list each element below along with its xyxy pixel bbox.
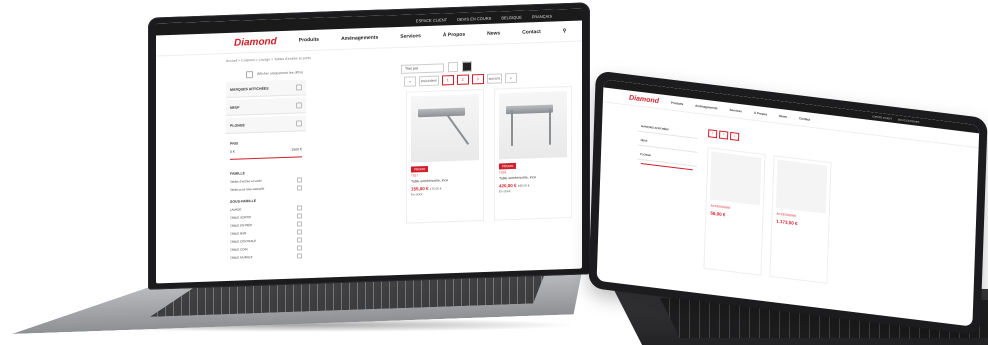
product-image[interactable] — [775, 159, 828, 214]
table-leg — [447, 115, 470, 146]
option-label: TABLE MURALE — [230, 254, 253, 260]
product-card[interactable]: PROMO TSL6 Table entrée/sortie, inox 420… — [494, 85, 572, 221]
device-mockup-scene: ESPACE CLIENT DEVIS EN COURS BELGIQUE FR… — [0, 0, 988, 345]
table-leg — [549, 108, 552, 145]
option-label: TABLE SORTIE — [230, 214, 252, 220]
top-link-language[interactable]: FRANÇAIS — [532, 13, 552, 19]
pagination-page[interactable]: 2 — [718, 130, 729, 140]
tablet-product-listing: 1 2 3 ACCESSOIRE 58,00 € ACCESSOIRE 1.17… — [703, 129, 832, 284]
pagination-page[interactable]: 3 — [471, 73, 484, 85]
sort-select[interactable]: Trier par — [401, 62, 444, 74]
option-label: Tables pour lave-vaisselle — [230, 186, 265, 192]
brand-logo[interactable]: Diamond — [629, 94, 659, 105]
nav-products[interactable]: Produits — [299, 37, 319, 44]
nav-fittings[interactable]: Aménagements — [695, 104, 717, 111]
nav-products[interactable]: Produits — [671, 101, 683, 106]
filter-plonge[interactable]: PLONGE — [226, 115, 306, 134]
price-slider[interactable] — [230, 156, 302, 160]
grid-view-icon[interactable] — [462, 61, 472, 72]
filter-label: MARQUES AFFICHÉES — [230, 86, 269, 92]
nav-about[interactable]: À Propos — [443, 32, 465, 39]
top-link-country[interactable]: BELGIQUE — [501, 14, 521, 20]
checkbox[interactable] — [297, 220, 302, 227]
pagination-first[interactable]: « — [404, 76, 416, 87]
product-image[interactable] — [709, 151, 762, 206]
laptop-lid: ESPACE CLIENT DEVIS EN COURS BELGIQUE FR… — [148, 2, 590, 290]
option-label: TABLE COIN — [230, 246, 248, 252]
checkbox[interactable] — [297, 236, 302, 243]
filter-new[interactable]: NEUF — [226, 97, 306, 116]
option-label: LAVAGE — [230, 206, 242, 212]
pagination-page[interactable]: 1 — [708, 129, 718, 139]
nav-news[interactable]: News — [779, 114, 787, 119]
expand-icon — [296, 101, 302, 109]
top-link-account[interactable]: ESPACE CLIENT — [416, 17, 447, 23]
laptop-screen: ESPACE CLIENT DEVIS EN COURS BELGIQUE FR… — [156, 8, 582, 284]
nav-contact[interactable]: Contact — [799, 116, 810, 121]
price-min[interactable]: 0 € — [230, 150, 235, 154]
listing-content: MARQUES AFFICHÉES NEUF PLONGE PRIX 0 € 1… — [156, 70, 582, 265]
old-price: 495,00 € — [517, 183, 530, 188]
price-range[interactable]: 0 € 1500 € — [226, 145, 306, 156]
expand-icon — [296, 119, 302, 127]
product-listing: « précédent 1 2 3 suivant » PROMO TSL7 T… — [314, 70, 582, 259]
option-label: Tables d'entrée et sortie — [230, 178, 262, 184]
expand-icon — [296, 83, 302, 91]
option-label: TABLE CENTRALE — [230, 238, 257, 244]
pagination-prev[interactable]: précédent — [419, 75, 439, 87]
top-link-account[interactable]: ESPACE CLIENT — [872, 115, 892, 120]
product-card[interactable]: ACCESSOIRE 58,00 € — [703, 147, 766, 276]
nav-contact[interactable]: Contact — [522, 29, 541, 36]
product-grid: PROMO TSL7 Table entrée/sortie, inox 155… — [406, 85, 582, 224]
checkbox[interactable] — [297, 176, 302, 183]
filter-label: NEUF — [230, 105, 240, 110]
show-offers-label: Afficher uniquement les offres — [257, 70, 304, 76]
product-image[interactable] — [499, 91, 567, 160]
pagination-page[interactable]: 3 — [729, 131, 740, 141]
nav-about[interactable]: À Propos — [754, 111, 767, 117]
filter-sidebar: MARQUES AFFICHÉES NEUF PLONGE PRIX 0 € 1… — [226, 79, 306, 262]
pagination-page[interactable]: 1 — [441, 75, 454, 86]
nav-news[interactable]: News — [487, 30, 500, 36]
option-label: TABLE ENTRÉE — [230, 222, 253, 228]
nav-services[interactable]: Services — [400, 33, 421, 40]
option-label: TABLE BSR — [230, 230, 247, 236]
checkbox[interactable] — [297, 184, 302, 191]
tablet-filter-sidebar: MARQUES AFFICHÉES NEUF PLONGE — [633, 120, 699, 268]
show-offers-checkbox[interactable] — [246, 70, 253, 78]
price-value: 420,00 € — [499, 182, 517, 189]
product-grid: ACCESSOIRE 58,00 € ACCESSOIRE 1.173,00 € — [703, 147, 832, 284]
pagination-next[interactable]: suivant — [486, 73, 502, 84]
price-max[interactable]: 1500 € — [291, 147, 302, 151]
product-image[interactable] — [411, 94, 479, 163]
brand-logo[interactable]: Diamond — [234, 36, 277, 48]
filter-brands[interactable]: MARQUES AFFICHÉES — [226, 79, 306, 98]
promo-badge: PROMO — [411, 165, 429, 173]
checkbox[interactable] — [297, 252, 302, 259]
search-icon[interactable]: ⚲ — [563, 28, 567, 34]
nav-fittings[interactable]: Aménagements — [341, 35, 378, 42]
filter-label: PLONGE — [230, 122, 245, 128]
top-link-quote[interactable]: DEVIS EN COURS — [898, 118, 919, 124]
checkbox[interactable] — [297, 228, 302, 235]
table-illustration — [417, 107, 466, 118]
product-card[interactable]: PROMO TSL7 Table entrée/sortie, inox 155… — [406, 88, 484, 224]
tablet-screen: ESPACE CLIENT DEVIS EN COURS Diamond Pro… — [596, 79, 980, 327]
price-value: 155,00 € — [411, 185, 429, 192]
checkbox[interactable] — [297, 212, 302, 219]
nav-services[interactable]: Services — [729, 108, 741, 113]
checkbox[interactable] — [297, 204, 302, 211]
pagination-last[interactable]: » — [504, 72, 517, 84]
checkbox[interactable] — [297, 244, 302, 251]
list-view-icon[interactable] — [448, 61, 458, 73]
pagination-page[interactable]: 2 — [456, 74, 469, 85]
subfamily-option[interactable]: TABLE MURALE — [226, 251, 306, 262]
old-price: 175,00 € — [429, 186, 442, 191]
promo-badge: PROMO — [499, 162, 517, 170]
table-leg — [511, 110, 514, 147]
product-card[interactable]: ACCESSOIRE 1.173,00 € — [769, 155, 832, 284]
top-link-quote[interactable]: DEVIS EN COURS — [457, 15, 491, 21]
